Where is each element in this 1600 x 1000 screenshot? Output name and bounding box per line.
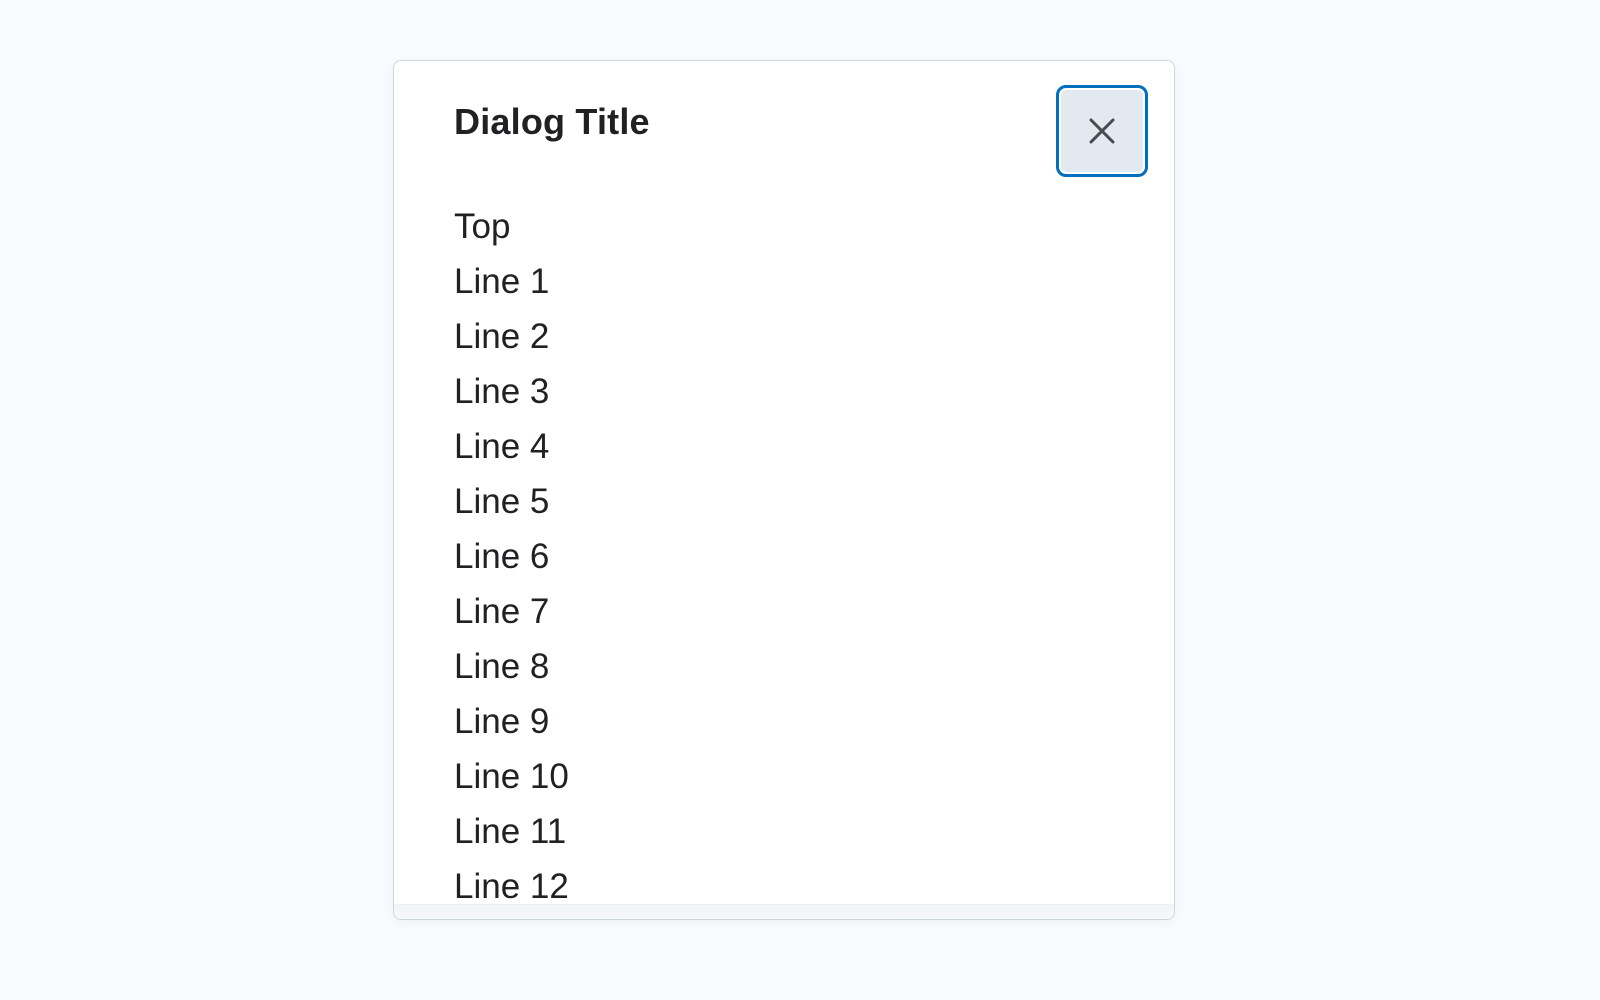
content-line: Line 2 [454, 317, 550, 356]
close-icon [1089, 118, 1115, 144]
dialog-content[interactable]: Top Line 1 Line 2 Line 3 Line 4 Line 5 L… [454, 199, 1174, 909]
dialog-footer [394, 904, 1174, 919]
content-line: Line 10 [454, 757, 569, 796]
content-line: Line 9 [454, 702, 550, 741]
dialog: Dialog Title Top Line 1 Line 2 Line 3 Li… [393, 60, 1175, 920]
content-line: Line 11 [454, 812, 567, 851]
content-line: Line 5 [454, 482, 550, 521]
dialog-title: Dialog Title [454, 101, 650, 142]
close-button[interactable] [1056, 85, 1148, 177]
content-line: Line 8 [454, 647, 550, 686]
content-line: Line 6 [454, 537, 550, 576]
content-line: Line 12 [454, 867, 569, 906]
content-line: Line 7 [454, 592, 550, 631]
content-line: Line 1 [454, 262, 550, 301]
content-line: Line 4 [454, 427, 550, 466]
content-line-top: Top [454, 207, 511, 246]
content-line: Line 3 [454, 372, 550, 411]
